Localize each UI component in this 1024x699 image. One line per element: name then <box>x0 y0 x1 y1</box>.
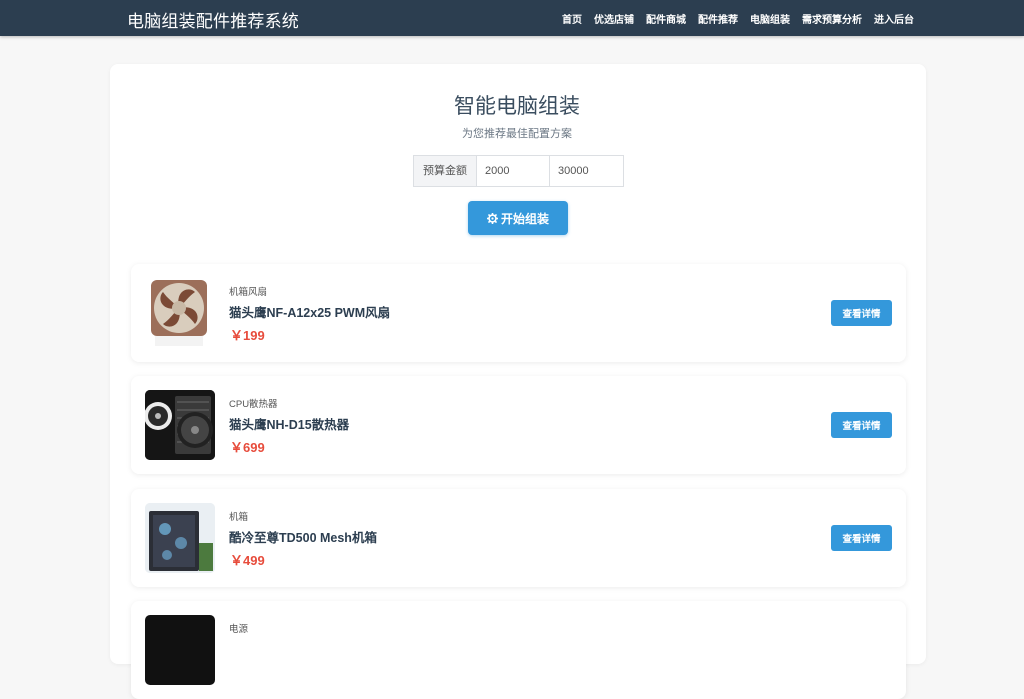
start-assembly-label: 开始组装 <box>500 211 549 226</box>
view-details-button[interactable]: 查看详情 <box>831 525 892 551</box>
product-card: 机箱 酷冷至尊TD500 Mesh机箱 ￥499 查看详情 <box>131 489 906 587</box>
budget-label: 预算金额 <box>413 155 476 187</box>
nav-home[interactable]: 首页 <box>562 11 582 26</box>
product-card: CPU散热器 猫头鹰NH-D15散热器 ￥699 查看详情 <box>131 376 906 474</box>
nav-recommend[interactable]: 配件推荐 <box>698 11 738 26</box>
product-name[interactable]: 酷冷至尊TD500 Mesh机箱 <box>229 527 377 546</box>
nav-admin[interactable]: 进入后台 <box>874 11 914 26</box>
product-name[interactable]: 猫头鹰NH-D15散热器 <box>229 414 349 433</box>
product-price: ￥199 <box>230 328 265 343</box>
top-navbar: 电脑组装配件推荐系统 首页 优选店铺 配件商城 配件推荐 电脑组装 需求预算分析… <box>0 0 1024 36</box>
psu-image[interactable] <box>145 615 215 685</box>
budget-min-input[interactable] <box>476 155 550 187</box>
nav-shops[interactable]: 优选店铺 <box>594 11 634 26</box>
main-nav: 首页 优选店铺 配件商城 配件推荐 电脑组装 需求预算分析 进入后台 <box>562 0 914 36</box>
gear-icon <box>486 212 498 224</box>
case-image[interactable] <box>145 503 215 573</box>
fan-image[interactable] <box>145 278 215 348</box>
product-category: 机箱风扇 <box>229 287 268 298</box>
product-card: 机箱风扇 猫头鹰NF-A12x25 PWM风扇 ￥199 查看详情 <box>131 264 906 362</box>
page-subtitle: 为您推荐最佳配置方案 <box>462 128 572 140</box>
view-details-button[interactable]: 查看详情 <box>831 300 892 326</box>
nav-budget-analysis[interactable]: 需求预算分析 <box>802 11 862 26</box>
product-category: CPU散热器 <box>229 399 278 410</box>
cooler-image[interactable] <box>145 390 215 460</box>
product-category: 机箱 <box>229 512 249 523</box>
budget-max-input[interactable] <box>550 155 624 187</box>
product-price: ￥499 <box>230 553 265 568</box>
product-category: 电源 <box>229 624 249 635</box>
nav-assembly[interactable]: 电脑组装 <box>750 11 790 26</box>
start-assembly-button[interactable]: 开始组装 <box>468 201 568 235</box>
site-brand[interactable]: 电脑组装配件推荐系统 <box>127 7 299 32</box>
page-title: 智能电脑组装 <box>454 95 580 118</box>
view-details-button[interactable]: 查看详情 <box>831 412 892 438</box>
nav-mall[interactable]: 配件商城 <box>646 11 686 26</box>
product-card: 电源 <box>131 601 906 699</box>
budget-input-group: 预算金额 <box>413 155 624 187</box>
product-name[interactable]: 猫头鹰NF-A12x25 PWM风扇 <box>229 302 390 321</box>
product-price: ￥699 <box>230 440 265 455</box>
